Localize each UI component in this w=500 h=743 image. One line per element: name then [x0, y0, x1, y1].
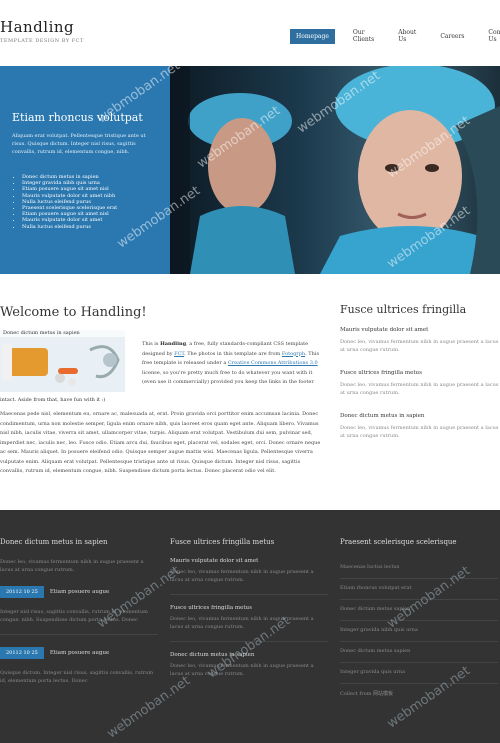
footer-text: Donec leo, vivamus fermentum nibh in aug…	[170, 569, 314, 583]
intro-text: This is	[142, 341, 159, 347]
footer-text: Donec leo, vivamus fermentum nibh in aug…	[170, 616, 314, 630]
intro-text: license, so you're pretty much free to d…	[142, 369, 314, 386]
footer-link[interactable]: Etiam rhoncus volutpat erat	[340, 579, 498, 600]
divider	[170, 641, 328, 642]
intro-brand: Handling	[160, 341, 187, 347]
sidebar: Fusce ultrices fringilla Mauris vulputat…	[340, 303, 500, 456]
nav-contact-us[interactable]: Contact Us	[482, 25, 500, 47]
footer-link[interactable]: Donec dictum metus sapien	[340, 642, 498, 663]
footer-col-title: Praesent scelerisque scelerisque	[340, 538, 457, 546]
intro-tail: intact. Aside from that, have fun with i…	[0, 397, 106, 403]
hero-text-panel: Etiam rhoncus volutpat Aliquam erat volu…	[0, 66, 170, 274]
footer-item-title[interactable]: Fusce ultrices fringilla metus	[170, 605, 328, 611]
sidebar-item: Fusce ultrices fringilla metus Donec leo…	[340, 370, 500, 397]
main-nav: Homepage Our Clients About Us Careers Co…	[290, 25, 500, 47]
footer-text: Donec leo, vivamus fermentum nibh in aug…	[0, 559, 144, 573]
site-tagline: TEMPLATE DESIGN BY FCT	[0, 38, 84, 44]
footer-item-title[interactable]: Donec dictum metus in sapien	[170, 652, 328, 658]
sidebar-item-text: Donec leo, vivamus fermentum nibh in aug…	[340, 382, 499, 396]
footer-col-3: Praesent scelerisque scelerisque Maecena…	[340, 538, 498, 705]
date-badge: 20112 10 25	[0, 586, 44, 598]
image-caption: Donec dictum metus in sapien	[0, 329, 125, 337]
footer-link[interactable]: Donec dictum metus sapien	[340, 600, 498, 621]
pill-bottle-illustration	[0, 330, 125, 392]
sidebar-item-text: Donec leo, vivamus fermentum nibh in aug…	[340, 339, 499, 353]
doctors-illustration	[170, 66, 500, 274]
body-paragraph: Maecenas pede nisl, elementum eu, ornare…	[0, 411, 321, 474]
site-logo[interactable]: Handling	[0, 18, 74, 36]
sidebar-item: Mauris vulputate dolor sit amet Donec le…	[340, 327, 500, 354]
pills-photo	[0, 330, 125, 392]
hero-bullet: Etiam posuere augue sit amet nisl	[22, 186, 117, 192]
footer-link[interactable]: Maecenas luctus lectus	[340, 558, 498, 579]
fct-link[interactable]: FCT	[174, 351, 184, 357]
nav-careers[interactable]: Careers	[434, 29, 470, 44]
footer-text: Quisque dictum. Integer nisl risus, sagi…	[0, 670, 154, 684]
sidebar-title: Fusce ultrices fringilla	[340, 303, 467, 316]
hero-banner: Etiam rhoncus volutpat Aliquam erat volu…	[0, 66, 500, 274]
hero-bullet: Nulla luctus eleifend purus	[22, 224, 117, 230]
footer-link[interactable]: Integer gravida nibh quis urna	[340, 621, 498, 642]
date-badge: 20112 10 25	[0, 647, 44, 659]
footer-col-2: Fusce ultrices fringilla metus Mauris vu…	[170, 538, 328, 678]
nav-about-us[interactable]: About Us	[392, 25, 422, 47]
fotogrph-link[interactable]: Fotogrph	[282, 351, 305, 357]
hero-title: Etiam rhoncus volutpat	[12, 111, 143, 124]
footer-link[interactable]: Collect from 网站模板	[340, 684, 498, 705]
news-title[interactable]: Etiam posuere augue	[50, 650, 109, 656]
hero-bullet-list: Donec dictum metus in sapien Integer gra…	[22, 174, 117, 230]
nav-homepage[interactable]: Homepage	[290, 28, 335, 44]
news-item: 20112 10 25 Etiam posuere augue	[0, 647, 158, 659]
sidebar-item: Donec dictum metus in sapien Donec leo, …	[340, 413, 500, 440]
divider	[170, 594, 328, 595]
sidebar-item-text: Donec leo, vivamus fermentum nibh in aug…	[340, 425, 499, 439]
nav-our-clients[interactable]: Our Clients	[347, 25, 380, 47]
footer-text: Integer nisl risus, sagittis convallis, …	[0, 609, 148, 623]
footer-link[interactable]: Integer gravida quis urna	[340, 663, 498, 684]
intro-text: . The photos in this template are from	[184, 350, 281, 357]
sidebar-item-title[interactable]: Mauris vulputate dolor sit amet	[340, 327, 500, 333]
hero-photo-doctors	[170, 66, 500, 274]
site-header: Handling TEMPLATE DESIGN BY FCT Homepage…	[0, 0, 500, 66]
sidebar-item-title[interactable]: Fusce ultrices fringilla metus	[340, 370, 500, 376]
footer-col-1: Donec dictum metus in sapien Donec leo, …	[0, 538, 158, 685]
news-item: 20112 10 25 Etiam posuere augue	[0, 586, 158, 598]
intro-paragraph: This is Handling, a free, fully standard…	[142, 340, 322, 388]
footer-item-title[interactable]: Mauris vulputate dolor sit amet	[170, 558, 328, 564]
footer-col-title: Donec dictum metus in sapien	[0, 538, 108, 546]
footer-text: Donec leo, vivamus fermentum nibh in aug…	[170, 663, 314, 677]
license-link[interactable]: Creative Commons Attributions 3.0	[228, 360, 318, 366]
footer: Donec dictum metus in sapien Donec leo, …	[0, 510, 500, 743]
footer-col-title: Fusce ultrices fringilla metus	[170, 538, 275, 546]
welcome-title: Welcome to Handling!	[0, 305, 147, 320]
footer-link-list: Maecenas luctus lectus Etiam rhoncus vol…	[340, 558, 498, 705]
hero-bullet: Mauris vulputate dolor sit amet nibh	[22, 193, 117, 199]
sidebar-item-title[interactable]: Donec dictum metus in sapien	[340, 413, 500, 419]
news-title[interactable]: Etiam posuere augue	[50, 589, 109, 595]
hero-paragraph: Aliquam erat volutpat. Pellentesque tris…	[12, 133, 146, 155]
divider	[0, 634, 158, 635]
